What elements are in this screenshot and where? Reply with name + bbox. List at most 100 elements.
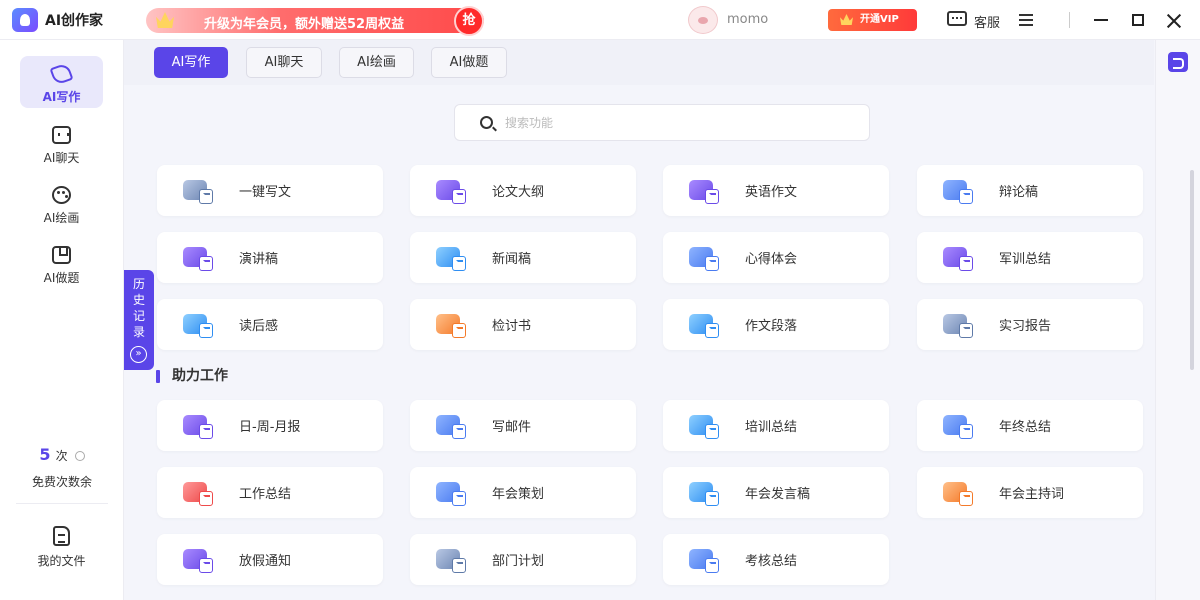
tool-card-label: 论文大纲 bbox=[492, 185, 545, 200]
avatar[interactable] bbox=[688, 6, 718, 34]
tool-card[interactable]: 辩论稿 bbox=[917, 165, 1143, 216]
app-title: AI创作家 bbox=[45, 13, 104, 29]
tool-card[interactable]: 作文段落 bbox=[663, 299, 889, 350]
tab-ai-chat[interactable]: AI聊天 bbox=[246, 47, 322, 78]
tool-card-label: 考核总结 bbox=[745, 554, 798, 569]
info-icon[interactable] bbox=[74, 450, 85, 461]
title-bar: AI创作家 升级为年会员，额外赠送52周权益 抢 momo 开通VIP 客服 bbox=[0, 0, 1200, 40]
tab-ai-quiz[interactable]: AI做题 bbox=[431, 47, 507, 78]
service-label: 客服 bbox=[974, 16, 1001, 31]
sidebar: AI写作 AI聊天 AI绘画 AI做题 5 次 免费次数余 我的文件 bbox=[0, 40, 124, 600]
scrollbar-thumb[interactable] bbox=[1190, 170, 1194, 370]
document-icon bbox=[689, 549, 719, 573]
crown-icon bbox=[156, 12, 174, 28]
promo-grab-badge[interactable]: 抢 bbox=[454, 6, 484, 36]
document-icon bbox=[183, 247, 213, 271]
tab-ai-writing[interactable]: AI写作 bbox=[154, 47, 228, 78]
history-tab[interactable]: 历史记录 » bbox=[124, 270, 154, 370]
tool-card[interactable]: 考核总结 bbox=[663, 534, 889, 585]
tool-card[interactable]: 实习报告 bbox=[917, 299, 1143, 350]
credits-count: 5 bbox=[39, 445, 51, 464]
search-input[interactable] bbox=[505, 113, 845, 133]
document-icon bbox=[183, 314, 213, 338]
menu-icon[interactable] bbox=[1019, 14, 1033, 26]
tool-card[interactable]: 放假通知 bbox=[157, 534, 383, 585]
tool-card-label: 年会策划 bbox=[492, 487, 545, 502]
vip-label: 开通VIP bbox=[860, 14, 899, 25]
tool-card[interactable]: 部门计划 bbox=[410, 534, 636, 585]
toolbar-divider bbox=[1069, 12, 1070, 28]
free-credits: 5 次 免费次数余 bbox=[0, 445, 124, 489]
open-vip-button[interactable]: 开通VIP bbox=[828, 9, 917, 31]
document-icon bbox=[436, 247, 466, 271]
tool-card-label: 辩论稿 bbox=[999, 185, 1039, 200]
tool-card-label: 写邮件 bbox=[492, 420, 532, 435]
tool-card-label: 心得体会 bbox=[745, 252, 798, 267]
document-icon bbox=[183, 482, 213, 506]
tool-card[interactable]: 年会策划 bbox=[410, 467, 636, 518]
my-files-button[interactable]: 我的文件 bbox=[20, 524, 103, 574]
tool-card-label: 放假通知 bbox=[239, 554, 292, 569]
tool-card[interactable]: 年会主持词 bbox=[917, 467, 1143, 518]
document-icon bbox=[943, 314, 973, 338]
document-icon bbox=[436, 482, 466, 506]
tool-card-label: 读后感 bbox=[239, 319, 279, 334]
document-icon bbox=[436, 314, 466, 338]
tool-card[interactable]: 军训总结 bbox=[917, 232, 1143, 283]
tool-card[interactable]: 培训总结 bbox=[663, 400, 889, 451]
tool-card-label: 年会发言稿 bbox=[745, 487, 811, 502]
section-title: 助力工作 bbox=[156, 366, 228, 386]
document-icon bbox=[689, 180, 719, 204]
app-logo-icon bbox=[12, 8, 38, 32]
sidebar-item-ai-writing[interactable]: AI写作 bbox=[20, 56, 103, 108]
tool-card[interactable]: 新闻稿 bbox=[410, 232, 636, 283]
tool-card-label: 一键写文 bbox=[239, 185, 292, 200]
pen-icon bbox=[49, 62, 74, 86]
tool-card-label: 新闻稿 bbox=[492, 252, 532, 267]
sidebar-item-label: AI写作 bbox=[42, 90, 81, 104]
sidebar-item-ai-painting[interactable]: AI绘画 bbox=[20, 177, 103, 229]
expand-icon: » bbox=[130, 346, 147, 363]
history-label: 历史记录 bbox=[132, 277, 145, 339]
tool-card[interactable]: 日-周-月报 bbox=[157, 400, 383, 451]
return-icon[interactable] bbox=[1168, 52, 1188, 72]
crown-icon bbox=[840, 14, 853, 25]
chat-bubble-icon bbox=[947, 11, 967, 26]
document-icon bbox=[689, 415, 719, 439]
tab-ai-painting[interactable]: AI绘画 bbox=[339, 47, 414, 78]
search-box[interactable] bbox=[454, 104, 870, 141]
maximize-icon[interactable] bbox=[1132, 14, 1144, 26]
tool-card-label: 培训总结 bbox=[745, 420, 798, 435]
tool-card-label: 检讨书 bbox=[492, 319, 532, 334]
tool-card[interactable]: 年会发言稿 bbox=[663, 467, 889, 518]
tool-card[interactable]: 一键写文 bbox=[157, 165, 383, 216]
document-icon bbox=[689, 482, 719, 506]
minimize-icon[interactable] bbox=[1094, 19, 1108, 21]
tool-card-label: 实习报告 bbox=[999, 319, 1052, 334]
close-icon[interactable] bbox=[1165, 12, 1183, 30]
tool-card-label: 工作总结 bbox=[239, 487, 292, 502]
tool-card[interactable]: 写邮件 bbox=[410, 400, 636, 451]
tool-card[interactable]: 工作总结 bbox=[157, 467, 383, 518]
tool-card[interactable]: 演讲稿 bbox=[157, 232, 383, 283]
tool-card-label: 军训总结 bbox=[999, 252, 1052, 267]
tool-card[interactable]: 年终总结 bbox=[917, 400, 1143, 451]
document-icon bbox=[943, 247, 973, 271]
tool-card[interactable]: 心得体会 bbox=[663, 232, 889, 283]
user-name[interactable]: momo bbox=[727, 12, 768, 27]
sidebar-item-ai-quiz[interactable]: AI做题 bbox=[20, 237, 103, 289]
tool-card[interactable]: 论文大纲 bbox=[410, 165, 636, 216]
document-icon bbox=[943, 482, 973, 506]
sidebar-item-ai-chat[interactable]: AI聊天 bbox=[20, 117, 103, 169]
tool-card-label: 年会主持词 bbox=[999, 487, 1065, 502]
tool-card-label: 部门计划 bbox=[492, 554, 545, 569]
tool-card[interactable]: 读后感 bbox=[157, 299, 383, 350]
document-icon bbox=[436, 415, 466, 439]
document-icon bbox=[436, 549, 466, 573]
promo-banner[interactable]: 升级为年会员，额外赠送52周权益 抢 bbox=[146, 6, 484, 36]
tool-card[interactable]: 英语作文 bbox=[663, 165, 889, 216]
document-icon bbox=[943, 180, 973, 204]
tool-card[interactable]: 检讨书 bbox=[410, 299, 636, 350]
document-icon bbox=[689, 247, 719, 271]
sidebar-divider bbox=[16, 503, 108, 504]
